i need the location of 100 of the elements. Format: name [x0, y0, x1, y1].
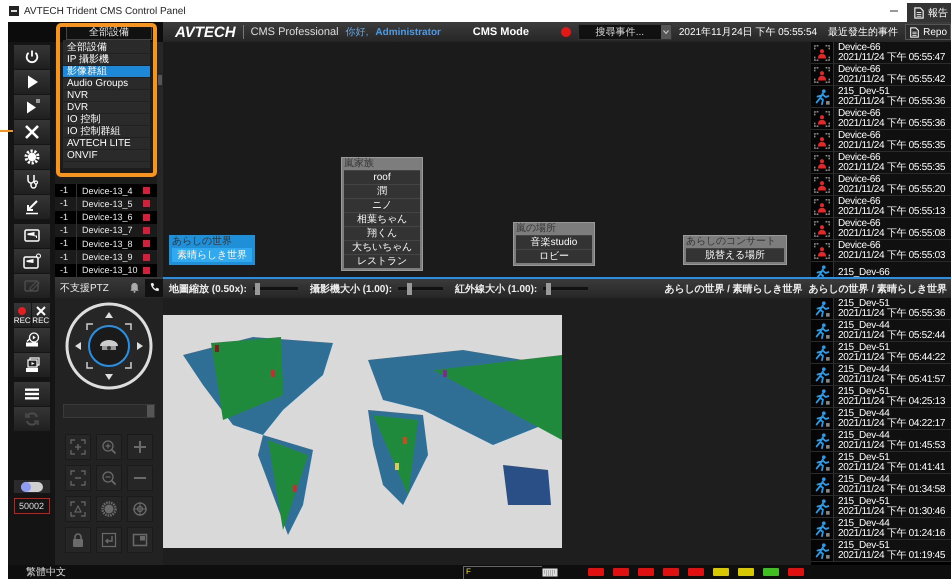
toggle-switch[interactable]	[20, 482, 42, 492]
ptz-button[interactable]	[96, 434, 122, 460]
menu-item[interactable]: 全部設備	[63, 42, 150, 54]
download-button[interactable]	[14, 195, 50, 219]
group-item[interactable]: roof	[344, 170, 420, 184]
menu-item[interactable]: ONVIF	[63, 150, 150, 162]
ptz-button[interactable]	[96, 465, 122, 491]
event-device: 215_Dev-44	[838, 364, 890, 374]
greeting: 你好,	[346, 26, 368, 39]
group-card[interactable]: あらしのコンサート 脱替える場所	[683, 235, 787, 265]
group-card[interactable]: 嵐の場所 音楽studio ロビー	[513, 222, 595, 266]
ptz-button[interactable]	[65, 496, 91, 522]
group-item[interactable]: ロビー	[516, 249, 592, 263]
event-device: Device-66	[838, 218, 882, 228]
group-item[interactable]: 音楽studio	[516, 235, 592, 249]
person-alert-icon	[813, 132, 831, 150]
menu-button[interactable]	[14, 382, 50, 406]
ptz-button[interactable]	[65, 465, 91, 491]
settings-button[interactable]	[14, 145, 50, 169]
group-item[interactable]: 相葉ちゃん	[344, 212, 420, 226]
record-button[interactable]: REC	[14, 303, 31, 327]
event-device: 215_Dev-51	[838, 496, 890, 506]
menu-item[interactable]: IO 控制群組	[63, 126, 150, 138]
menu-item[interactable]: 影像群組	[63, 66, 150, 78]
event-device: 215_Dev-51	[838, 452, 890, 462]
event-time: 2021/11/24 下午 04:22:17	[838, 418, 946, 428]
device-row[interactable]: -1 Device-13_10	[55, 264, 157, 277]
ptz-button[interactable]	[127, 434, 153, 460]
ptz-joystick[interactable]	[65, 302, 153, 390]
report-button[interactable]: Repo	[905, 24, 951, 40]
report-button[interactable]: 報告	[907, 3, 951, 22]
aperture-icon	[101, 501, 117, 517]
power-icon	[24, 49, 40, 65]
minus-icon	[134, 477, 146, 479]
menu-item[interactable]: DVR	[63, 102, 150, 114]
group-item[interactable]: ニノ	[344, 198, 420, 212]
bracket-frame-icon	[70, 501, 86, 517]
scrollbar-thumb[interactable]	[158, 75, 162, 85]
camera-button[interactable]	[14, 224, 50, 248]
keyboard-icon[interactable]	[542, 568, 558, 576]
event-time: 2021/11/24 下午 05:44:22	[838, 352, 946, 362]
window-title: AVTECH Trident CMS Control Panel	[24, 6, 187, 16]
device-row[interactable]: -1 Device-13_6	[55, 210, 157, 224]
event-time: 2021/11/24 下午 04:25:13	[838, 396, 946, 406]
person-alert-icon	[813, 198, 831, 216]
event-device: Device-66	[838, 130, 882, 140]
event-device: Device-66	[838, 108, 882, 118]
menu-item[interactable]: IO 控制	[63, 114, 150, 126]
group-card[interactable]: 嵐家族 roof 潤 ニノ 相葉ちゃん 翔くん 大ちいちゃん レストラン	[341, 157, 423, 271]
tools-button[interactable]	[14, 120, 50, 144]
ptz-button[interactable]	[127, 527, 153, 553]
group-item[interactable]: 大ちいちゃん	[344, 240, 420, 254]
event-time: 2021/11/24 下午 05:55:20	[838, 184, 946, 194]
diagnostics-button[interactable]	[14, 170, 50, 194]
slider-thumb[interactable]	[255, 282, 260, 294]
slider-thumb[interactable]	[546, 282, 552, 294]
bell-icon[interactable]	[129, 282, 140, 293]
crossed-tools-icon	[36, 306, 46, 316]
group-item[interactable]: 潤	[344, 184, 420, 198]
menu-item[interactable]: Audio Groups	[63, 78, 150, 90]
group-item[interactable]: 脱替える場所	[686, 248, 784, 262]
device-row[interactable]: -1 Device-13_8	[55, 237, 157, 250]
record-settings-button[interactable]: REC	[32, 303, 50, 327]
running-person-icon	[813, 388, 831, 406]
ptz-button[interactable]	[96, 527, 122, 553]
group-item[interactable]: 翔くん	[344, 226, 420, 240]
group-path: あらしの世界 / 素晴らしき世界	[808, 282, 947, 296]
playback-button[interactable]	[14, 328, 50, 352]
ptz-button[interactable]	[65, 434, 91, 460]
menu-item[interactable]: NVR	[63, 90, 150, 102]
ptz-button[interactable]	[127, 465, 153, 491]
scrollbar[interactable]	[157, 42, 163, 277]
event-device: 215_Dev-51	[838, 342, 890, 352]
event-search-dropdown[interactable]: 搜尋事件...	[578, 24, 672, 40]
event-time: 2021/11/24 下午 05:55:36	[838, 308, 946, 318]
camera-settings-button[interactable]	[14, 249, 50, 273]
channel-number: -1	[60, 197, 77, 210]
ptz-button[interactable]	[96, 496, 122, 522]
slider-thumb[interactable]	[407, 282, 412, 294]
event-time: 2021/11/24 下午 01:19:45	[838, 550, 946, 560]
multi-playback-button[interactable]	[14, 353, 50, 377]
event-device: 215_Dev-51	[838, 386, 890, 396]
power-button[interactable]	[14, 45, 50, 69]
group-card[interactable]: あらしの世界 素晴らしき世界	[169, 235, 255, 265]
ptz-button[interactable]	[65, 527, 91, 553]
bracket-plus-icon	[70, 439, 86, 455]
multi-play-button[interactable]	[14, 95, 50, 119]
ptz-button[interactable]	[127, 496, 153, 522]
device-name: Device-13_4	[81, 186, 134, 196]
phone-button[interactable]	[145, 278, 163, 296]
group-item[interactable]: レストラン	[344, 254, 420, 268]
caret-icon	[660, 25, 671, 39]
group-title: 嵐家族	[344, 158, 375, 170]
input-mode-indicator: F	[463, 566, 542, 578]
event-device: Device-66	[838, 174, 882, 184]
play-button[interactable]	[14, 70, 50, 94]
recent-events-title: 最近發生的事件	[828, 26, 898, 39]
device-row[interactable]: -1 Device-13_4	[55, 184, 157, 198]
app-icon	[9, 6, 19, 16]
menu-item[interactable]: AVTECH LITE	[63, 138, 150, 150]
